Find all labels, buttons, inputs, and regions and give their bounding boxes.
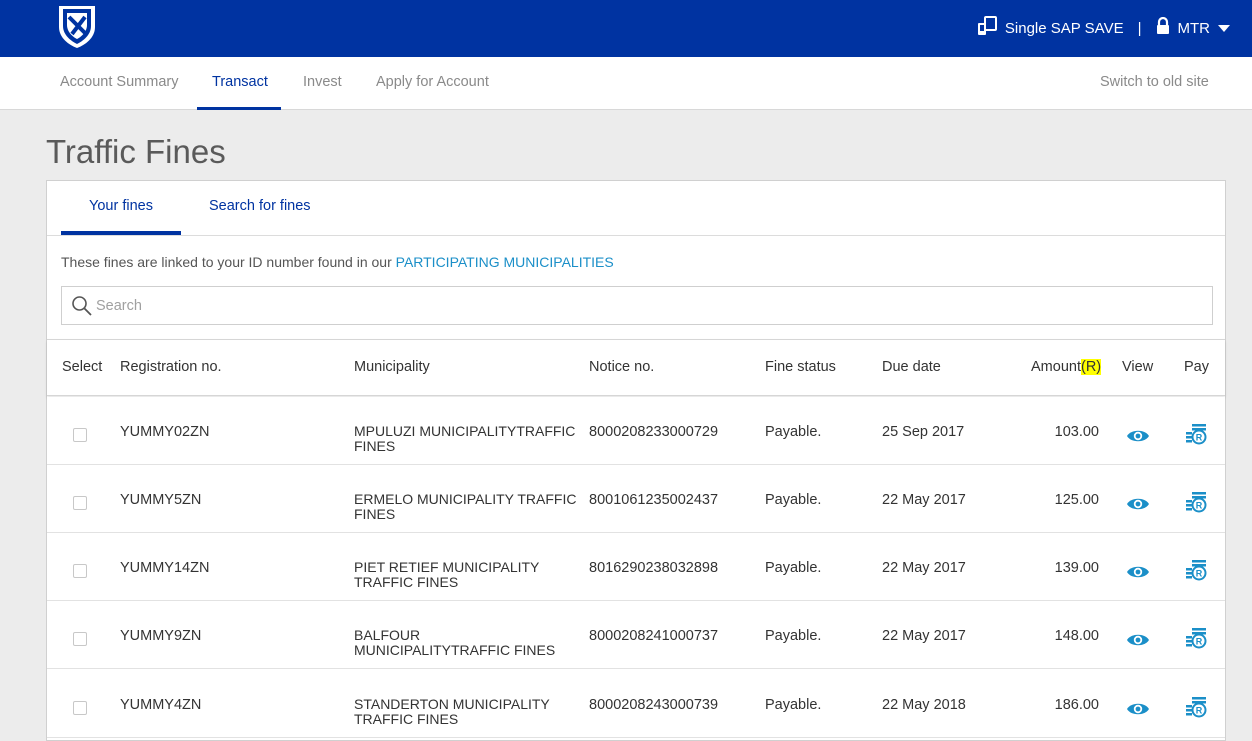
- active-tab-indicator: [61, 231, 181, 235]
- user-menu[interactable]: MTR: [1178, 20, 1211, 37]
- pay-coins-icon[interactable]: R: [1185, 423, 1207, 450]
- due-date-cell: 22 May 2017: [882, 492, 966, 508]
- bank-logo[interactable]: [55, 3, 99, 49]
- registration-cell: YUMMY02ZN: [120, 424, 210, 440]
- status-cell: Payable.: [765, 560, 822, 576]
- svg-text:R: R: [1196, 637, 1203, 647]
- col-status[interactable]: Fine status: [765, 359, 836, 375]
- municipality-cell: STANDERTON MUNICIPALITY TRAFFIC FINES: [354, 696, 550, 727]
- col-due-date[interactable]: Due date: [882, 359, 941, 375]
- registration-cell: YUMMY4ZN: [120, 697, 202, 713]
- due-date-cell: 25 Sep 2017: [882, 424, 965, 440]
- amount-cell: 125.00: [1054, 492, 1099, 508]
- registration-cell: YUMMY9ZN: [120, 628, 202, 644]
- table-row: YUMMY14ZN PIET RETIEF MUNICIPALITY TRAFFI…: [47, 533, 1225, 601]
- info-message: These fines are linked to your ID number…: [61, 254, 396, 270]
- fines-tabs: Your fines Search for fines: [47, 181, 1225, 236]
- row-select-checkbox[interactable]: [73, 701, 87, 715]
- view-eye-icon[interactable]: [1126, 632, 1150, 653]
- table-row: YUMMY9ZN BALFOUR MUNICIPALITYTRAFFIC FINE…: [47, 601, 1225, 669]
- amount-cell: 139.00: [1054, 560, 1099, 576]
- table-row: YUMMY5ZN ERMELO MUNICIPALITY TRAFFIC FINE…: [47, 465, 1225, 533]
- due-date-cell: 22 May 2017: [882, 560, 966, 576]
- pay-coins-icon[interactable]: R: [1185, 559, 1207, 586]
- page-title: Traffic Fines: [46, 133, 226, 170]
- switch-old-site-link[interactable]: Switch to old site: [1100, 74, 1209, 90]
- col-municipality[interactable]: Municipality: [354, 359, 430, 375]
- sap-devices-icon: [977, 16, 997, 40]
- lock-icon: [1156, 16, 1170, 39]
- row-select-checkbox[interactable]: [73, 496, 87, 510]
- notice-cell: 8001061235002437: [589, 492, 719, 508]
- table-row: YUMMY02ZN MPULUZI MUNICIPALITYTRAFFIC FIN…: [47, 397, 1225, 465]
- notice-cell: 8000208243000739: [589, 697, 719, 713]
- header-separator: |: [1137, 19, 1142, 37]
- row-select-checkbox[interactable]: [73, 632, 87, 646]
- top-bar: Single SAP SAVE | MTR: [0, 0, 1252, 57]
- nav-account-summary[interactable]: Account Summary: [60, 74, 178, 90]
- registration-cell: YUMMY5ZN: [120, 492, 202, 508]
- col-view: View: [1122, 359, 1154, 375]
- view-eye-icon[interactable]: [1126, 701, 1150, 722]
- col-amount-label: Amount: [1031, 359, 1081, 375]
- nav-transact[interactable]: Transact: [212, 74, 268, 90]
- municipality-cell: MPULUZI MUNICIPALITYTRAFFIC FINES: [354, 423, 576, 454]
- table-row: YUMMY4ZN STANDERTON MUNICIPALITY TRAFFIC …: [47, 670, 1225, 738]
- view-eye-icon[interactable]: [1126, 496, 1150, 517]
- info-text: These fines are linked to your ID number…: [61, 254, 614, 270]
- tab-your-fines[interactable]: Your fines: [89, 198, 153, 214]
- notice-cell: 8016290238032898: [589, 560, 719, 576]
- chevron-down-icon[interactable]: [1218, 24, 1230, 32]
- view-eye-icon[interactable]: [1126, 428, 1150, 449]
- search-icon: [72, 296, 92, 316]
- municipality-cell: PIET RETIEF MUNICIPALITY TRAFFIC FINES: [354, 559, 540, 590]
- row-select-checkbox[interactable]: [73, 428, 87, 442]
- tab-search-for-fines[interactable]: Search for fines: [209, 198, 311, 214]
- col-select: Select: [62, 359, 103, 375]
- col-notice[interactable]: Notice no.: [589, 359, 654, 375]
- row-select-checkbox[interactable]: [73, 564, 87, 578]
- status-cell: Payable.: [765, 697, 822, 713]
- main-nav: Account Summary Transact Invest Apply fo…: [0, 57, 1252, 110]
- registration-cell: YUMMY14ZN: [120, 560, 210, 576]
- pay-coins-icon[interactable]: R: [1185, 491, 1207, 518]
- notice-cell: 8000208233000729: [589, 424, 719, 440]
- svg-text:R: R: [1196, 706, 1203, 716]
- svg-text:R: R: [1196, 433, 1203, 443]
- due-date-cell: 22 May 2018: [882, 697, 966, 713]
- amount-cell: 148.00: [1054, 628, 1099, 644]
- table-header: Select Registration no. Municipality Not…: [47, 339, 1225, 396]
- fines-card: Your fines Search for fines These fines …: [46, 180, 1226, 741]
- notice-cell: 8000208241000737: [589, 628, 719, 644]
- svg-text:R: R: [1196, 569, 1203, 579]
- due-date-cell: 22 May 2017: [882, 628, 966, 644]
- col-amount-unit: (R): [1080, 359, 1102, 375]
- pay-coins-icon[interactable]: R: [1185, 696, 1207, 723]
- pay-coins-icon[interactable]: R: [1185, 627, 1207, 654]
- col-pay: Pay: [1184, 359, 1209, 375]
- municipality-cell: ERMELO MUNICIPALITY TRAFFIC FINES: [354, 491, 577, 522]
- nav-invest[interactable]: Invest: [303, 74, 342, 90]
- status-cell: Payable.: [765, 492, 822, 508]
- svg-text:R: R: [1196, 501, 1203, 511]
- active-nav-indicator: [197, 107, 281, 110]
- participating-municipalities-link[interactable]: PARTICIPATING MUNICIPALITIES: [396, 254, 614, 270]
- col-registration[interactable]: Registration no.: [120, 359, 222, 375]
- status-cell: Payable.: [765, 628, 822, 644]
- amount-cell: 186.00: [1054, 697, 1099, 713]
- view-eye-icon[interactable]: [1126, 564, 1150, 585]
- nav-apply-for-account[interactable]: Apply for Account: [376, 74, 489, 90]
- sap-label[interactable]: Single SAP SAVE: [1005, 20, 1124, 37]
- search-input[interactable]: [96, 294, 1196, 318]
- municipality-cell: BALFOUR MUNICIPALITYTRAFFIC FINES: [354, 627, 556, 658]
- col-amount[interactable]: Amount(R): [1031, 359, 1102, 375]
- amount-cell: 103.00: [1054, 424, 1099, 440]
- status-cell: Payable.: [765, 424, 822, 440]
- search-box[interactable]: [61, 286, 1213, 325]
